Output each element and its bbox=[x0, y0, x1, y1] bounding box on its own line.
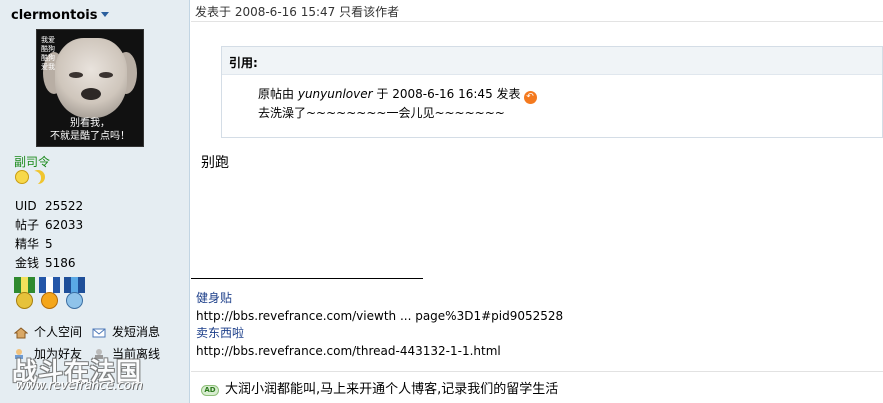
quote-title: 引用: bbox=[222, 47, 882, 75]
post-date: 发表于 2008-6-16 15:47 bbox=[195, 5, 336, 19]
post-message: 别跑 bbox=[201, 155, 229, 171]
quote-author[interactable]: yunyunlover bbox=[298, 87, 373, 101]
stat-money: 金钱 5186 bbox=[15, 256, 76, 270]
rank-stars bbox=[15, 170, 45, 187]
avatar-caption: 别看我， 不就是酷了点吗！ bbox=[50, 118, 130, 142]
send-message-link[interactable]: 发短消息 bbox=[92, 323, 160, 342]
add-friend-link[interactable]: 加为好友 bbox=[14, 345, 82, 364]
dog-face bbox=[55, 38, 127, 118]
signature-divider bbox=[191, 278, 423, 279]
post-info-bar: 发表于 2008-6-16 15:47 只看该作者 bbox=[191, 0, 883, 22]
username[interactable]: clermontois bbox=[11, 8, 97, 23]
ad-link[interactable]: 大润小润都能叫,马上来开通个人博客,记录我们的留学生活 bbox=[225, 382, 558, 397]
quote-attribution: 原帖由 yunyunlover 于 2008-6-16 16:45 发表 ↶ bbox=[258, 85, 882, 104]
author-sidebar: clermontois 我爱 酷狗 酷狗 爱我 别看我， 不就是酷了点吗！ 副司… bbox=[0, 0, 190, 403]
stat-digest: 精华 5 bbox=[15, 237, 53, 251]
user-links: 个人空间 发短消息 加为好友 当前离线 bbox=[14, 323, 170, 366]
only-author-link[interactable]: 只看该作者 bbox=[339, 5, 399, 19]
username-menu[interactable]: clermontois bbox=[11, 8, 110, 23]
stat-posts: 帖子 62033 bbox=[15, 218, 84, 232]
goto-post-icon[interactable]: ↶ bbox=[523, 91, 537, 104]
chevron-down-icon[interactable] bbox=[101, 12, 110, 17]
quote-body: 原帖由 yunyunlover 于 2008-6-16 16:45 发表 ↶ 去洗… bbox=[222, 75, 882, 123]
signature-link[interactable]: http://bbs.revefrance.com/viewth ... pag… bbox=[196, 308, 563, 326]
ad-bar: AD 大润小润都能叫,马上来开通个人博客,记录我们的留学生活 bbox=[191, 371, 883, 403]
add-user-icon bbox=[15, 349, 23, 359]
moon-icon bbox=[31, 170, 45, 184]
envelope-icon bbox=[92, 328, 106, 337]
quote-text: 去洗澡了~~~~~~~~一会儿见~~~~~~~ bbox=[258, 106, 505, 120]
avatar[interactable]: 我爱 酷狗 酷狗 爱我 别看我， 不就是酷了点吗！ bbox=[36, 29, 144, 147]
sun-icon bbox=[15, 170, 29, 184]
user-rank: 副司令 bbox=[14, 155, 51, 169]
stat-uid: UID 25522 bbox=[15, 199, 84, 213]
signature-title: 健身贴 bbox=[196, 291, 233, 305]
ad-badge: AD bbox=[201, 385, 219, 396]
home-icon bbox=[14, 326, 28, 338]
medal-icon[interactable] bbox=[14, 277, 35, 311]
medal-icon[interactable] bbox=[39, 277, 60, 311]
medal-icon[interactable] bbox=[64, 277, 85, 311]
signature-link[interactable]: http://bbs.revefrance.com/thread-443132-… bbox=[196, 343, 563, 361]
medals bbox=[14, 277, 89, 314]
user-stats: UID 25522 帖子 62033 精华 5 金钱 5186 bbox=[15, 197, 83, 273]
avatar-corner-text: 我爱 酷狗 酷狗 爱我 bbox=[41, 36, 55, 71]
online-status: 当前离线 bbox=[92, 345, 160, 364]
user-offline-icon bbox=[95, 349, 104, 359]
quote-block: 引用: 原帖由 yunyunlover 于 2008-6-16 16:45 发表… bbox=[221, 46, 883, 138]
home-space-link[interactable]: 个人空间 bbox=[14, 323, 82, 342]
signature-title: 卖东西啦 bbox=[196, 326, 245, 340]
signature: 健身贴 http://bbs.revefrance.com/viewth ...… bbox=[196, 290, 563, 360]
